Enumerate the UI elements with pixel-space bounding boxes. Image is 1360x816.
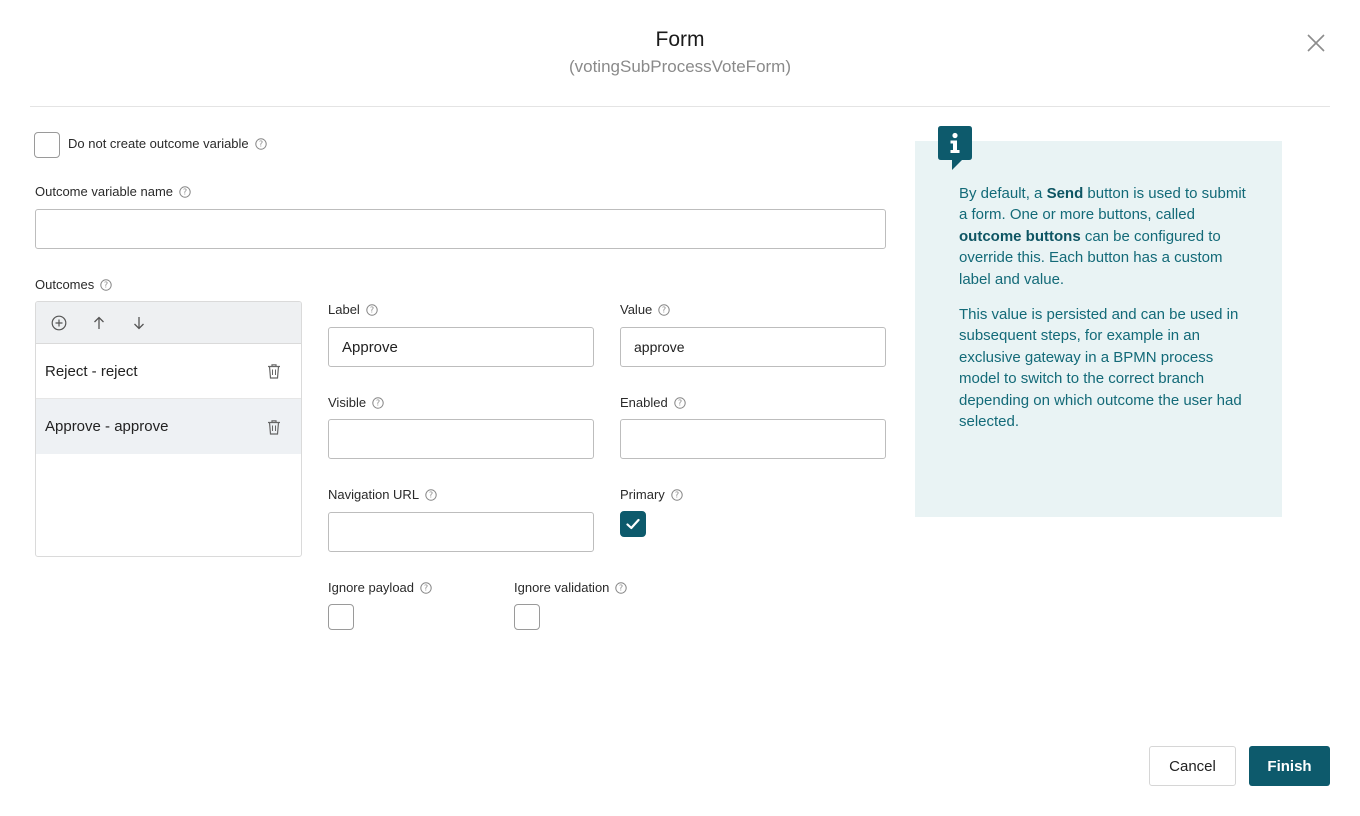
move-up-button[interactable] — [90, 314, 108, 332]
help-circle-icon[interactable]: ? — [100, 278, 112, 291]
dialog-subtitle: (votingSubProcessVoteForm) — [568, 57, 792, 76]
header-divider — [30, 106, 1330, 107]
info-text: By default, a Send button is used to sub… — [959, 183, 1249, 446]
primary-checkbox[interactable] — [620, 511, 646, 537]
ignore-payload-field-label: Ignore payload ? — [328, 580, 432, 595]
help-circle-icon[interactable]: ? — [366, 303, 378, 316]
help-circle-icon[interactable]: ? — [254, 137, 267, 150]
outcome-list-item[interactable]: Reject - reject — [36, 344, 301, 399]
finish-button[interactable]: Finish — [1249, 746, 1330, 786]
close-icon — [1307, 34, 1325, 52]
label-field-label: Label ? — [328, 302, 378, 317]
help-circle-icon[interactable]: ? — [671, 488, 683, 501]
svg-text:?: ? — [259, 139, 263, 148]
outcomes-toolbar — [36, 302, 301, 344]
help-circle-icon[interactable]: ? — [179, 185, 191, 198]
enabled-input[interactable] — [620, 419, 886, 459]
primary-field-label: Primary ? — [620, 487, 683, 502]
svg-text:?: ? — [183, 187, 187, 196]
outcomes-list: Reject - reject Approve - approve — [35, 301, 302, 557]
help-circle-icon[interactable]: ? — [372, 396, 384, 409]
enabled-field-label: Enabled ? — [620, 395, 686, 410]
no-outcome-variable-label: Do not create outcome variable ? — [68, 136, 267, 151]
svg-text:?: ? — [424, 583, 428, 592]
trash-icon — [268, 364, 280, 379]
navigation-url-input[interactable] — [328, 512, 594, 552]
close-button[interactable] — [1304, 31, 1328, 55]
info-icon — [938, 126, 972, 170]
value-field-label: Value ? — [620, 302, 670, 317]
svg-text:?: ? — [678, 398, 682, 407]
svg-text:?: ? — [429, 490, 433, 499]
outcome-item-text: Approve - approve — [45, 418, 169, 435]
arrow-down-icon — [134, 316, 144, 329]
svg-text:?: ? — [104, 280, 108, 289]
value-input[interactable]: approve — [620, 327, 886, 367]
no-outcome-variable-checkbox[interactable] — [34, 132, 60, 158]
outcomes-label: Outcomes ? — [35, 277, 112, 292]
form-dialog: Form (votingSubProcessVoteForm) Do not c… — [0, 0, 1360, 816]
add-outcome-button[interactable] — [50, 314, 68, 332]
outcome-variable-name-input[interactable] — [35, 209, 886, 249]
help-circle-icon[interactable]: ? — [674, 396, 686, 409]
info-paragraph: By default, a Send button is used to sub… — [959, 185, 1246, 288]
check-icon — [626, 518, 640, 530]
help-circle-icon[interactable]: ? — [658, 303, 670, 316]
outcome-list-item[interactable]: Approve - approve — [36, 399, 301, 454]
arrow-up-icon — [94, 316, 104, 329]
cancel-button[interactable]: Cancel — [1149, 746, 1236, 786]
visible-field-label: Visible ? — [328, 395, 384, 410]
help-circle-icon[interactable]: ? — [425, 488, 437, 501]
visible-input[interactable] — [328, 419, 594, 459]
navigation-url-field-label: Navigation URL ? — [328, 487, 437, 502]
ignore-validation-field-label: Ignore validation ? — [514, 580, 628, 595]
trash-icon — [268, 419, 280, 435]
help-circle-icon[interactable]: ? — [420, 581, 432, 594]
svg-text:?: ? — [662, 305, 666, 314]
ignore-validation-checkbox[interactable] — [514, 604, 540, 630]
help-circle-icon[interactable]: ? — [615, 581, 628, 594]
outcome-variable-name-label: Outcome variable name ? — [35, 184, 191, 199]
move-down-button[interactable] — [130, 314, 148, 332]
svg-text:?: ? — [376, 398, 380, 407]
info-paragraph: This value is persisted and can be used … — [959, 306, 1242, 431]
label-input[interactable]: Approve — [328, 327, 594, 367]
svg-text:?: ? — [675, 490, 679, 499]
dialog-title: Form — [655, 28, 705, 51]
delete-outcome-button[interactable] — [265, 362, 283, 380]
add-circle-icon — [51, 315, 67, 330]
outcome-item-text: Reject - reject — [45, 362, 138, 380]
ignore-payload-checkbox[interactable] — [328, 604, 354, 630]
svg-text:?: ? — [619, 583, 623, 592]
svg-text:?: ? — [370, 305, 374, 314]
delete-outcome-button[interactable] — [265, 418, 283, 436]
